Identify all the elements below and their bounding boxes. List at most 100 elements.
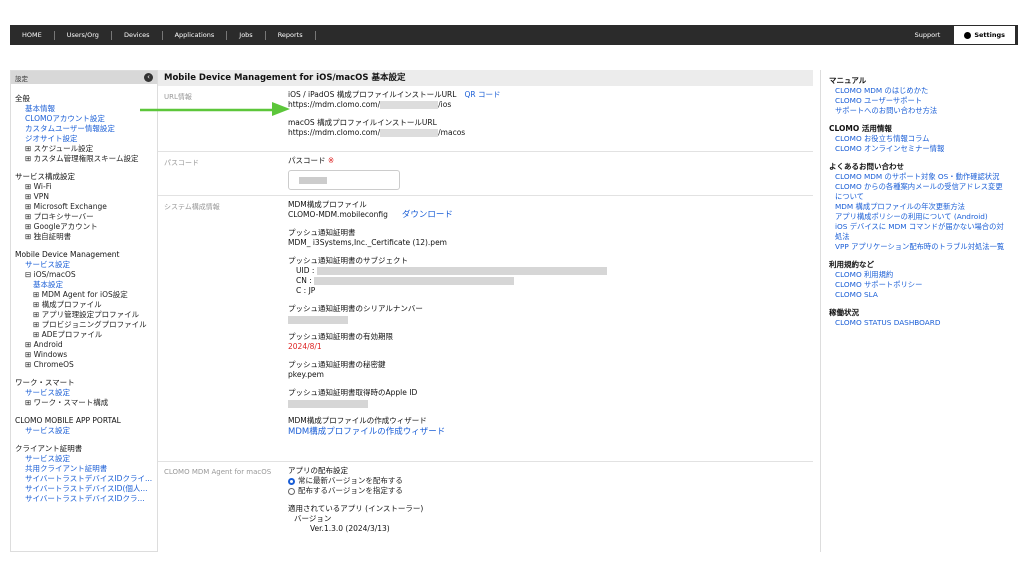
help-link[interactable]: CLOMO オンラインセミナー情報 [829, 144, 1010, 154]
sidebar-item[interactable]: ⊞ カスタム管理権限スキーム設定 [15, 154, 153, 164]
sidebar-item[interactable]: ⊞ プロキシサーバー [15, 212, 153, 222]
passcode-input[interactable] [288, 170, 400, 190]
collapse-left-icon[interactable]: ‹ [144, 73, 153, 82]
sidebar-item[interactable]: ⊞ 独自証明書 [15, 232, 153, 242]
agent-row: CLOMO MDM Agent for macOS アプリの配布設定 常に最新バ… [158, 462, 813, 538]
version-value: Ver.1.3.0 (2024/3/13) [310, 524, 390, 533]
sidebar-item[interactable]: ⊞ MDM Agent for iOS設定 [15, 290, 153, 300]
help-link[interactable]: CLOMO STATUS DASHBOARD [829, 318, 1010, 328]
help-link[interactable]: CLOMO サポートポリシー [829, 280, 1010, 290]
mdm-profile-file: CLOMO-MDM.mobileconfig ダウンロード [288, 210, 453, 220]
redacted-serial [288, 316, 348, 324]
sidebar-item[interactable]: ⊟ iOS/macOS [15, 270, 153, 280]
radio-unselected-icon [288, 487, 295, 495]
download-link[interactable]: ダウンロード [402, 210, 453, 220]
nav-devices[interactable]: Devices [112, 30, 163, 40]
passcode-row: パスコード パスコード ※ [158, 152, 813, 196]
redacted-id [380, 129, 439, 137]
sidebar-item[interactable]: ⊞ プロビジョニングプロファイル [15, 320, 153, 330]
help-link[interactable]: CLOMO からの各種案内メールの受信アドレス変更 [829, 182, 1010, 192]
radio-specific-version[interactable]: 配布するバージョンを指定する [288, 486, 807, 496]
sidebar-item[interactable]: ⊞ Microsoft Exchange [15, 202, 153, 212]
help-link[interactable]: について [829, 192, 1010, 202]
help-link[interactable]: CLOMO お役立ち情報コラム [829, 134, 1010, 144]
sidebar-item[interactable]: 基本設定 [15, 280, 153, 290]
sidebar-item[interactable]: ⊞ Android [15, 340, 153, 350]
nav-applications[interactable]: Applications [163, 30, 228, 40]
sidebar-item[interactable]: ⊞ ADEプロファイル [15, 330, 153, 340]
help-link[interactable]: 処法 [829, 232, 1010, 242]
sidebar-item[interactable]: サイバートラストデバイスIDクラ... [15, 494, 153, 504]
sidebar-section-title: Mobile Device Management [15, 250, 120, 259]
help-link[interactable]: MDM 構成プロファイルの年次更新方法 [829, 202, 1010, 212]
redacted-uid [316, 267, 607, 275]
nav-users-org[interactable]: Users/Org [55, 30, 112, 40]
help-link[interactable]: VPP アプリケーション配布時のトラブル対処法一覧 [829, 242, 1010, 252]
radio-latest-version[interactable]: 常に最新バージョンを配布する [288, 476, 807, 486]
system-info-label: システム構成情報 [164, 203, 220, 211]
sidebar-item[interactable]: サービス設定 [15, 454, 153, 464]
sidebar-item[interactable]: ⊞ スケジュール設定 [15, 144, 153, 154]
nav-settings-tab[interactable]: Settings [954, 26, 1015, 44]
sidebar-item[interactable]: CLOMOアカウント設定 [15, 114, 153, 124]
redacted-apple-id [288, 400, 368, 408]
nav-support[interactable]: Support [901, 31, 955, 39]
sidebar-item[interactable]: ⊞ Windows [15, 350, 153, 360]
qr-code-link[interactable]: QR コード [464, 90, 500, 99]
redacted-id [380, 101, 439, 109]
url-info-value: iOS / iPadOS 構成プロファイルインストールURL QR コード htt… [282, 86, 813, 151]
ios-url-heading: iOS / iPadOS 構成プロファイルインストールURL QR コード [288, 90, 501, 99]
sidebar-item[interactable]: ジオサイト設定 [15, 134, 153, 144]
subject-heading: プッシュ通知証明書のサブジェクト [288, 256, 408, 265]
sidebar-item[interactable]: ⊞ ワーク・スマート構成 [15, 398, 153, 408]
sidebar-item[interactable]: ⊞ アプリ管理設定プロファイル [15, 310, 153, 320]
mac-url: https://mdm.clomo.com//macos [288, 128, 466, 137]
help-pane: マニュアル CLOMO MDM のはじめかた CLOMO ユーザーサポート サポートへ… [820, 70, 1018, 552]
sidebar-item[interactable]: サービス設定 [15, 388, 153, 398]
subject-c: C : JP [296, 286, 316, 295]
sidebar-item[interactable]: ⊞ ChromeOS [15, 360, 153, 370]
sidebar-item[interactable]: カスタムユーザー情報設定 [15, 124, 153, 134]
help-link[interactable]: CLOMO ユーザーサポート [829, 96, 1010, 106]
sidebar-item[interactable]: サービス設定 [15, 260, 153, 270]
sidebar-item[interactable]: 基本情報 [15, 104, 153, 114]
gear-icon [964, 31, 972, 39]
help-link[interactable]: CLOMO SLA [829, 290, 1010, 300]
wizard-link[interactable]: MDM構成プロファイルの作成ウィザード [288, 426, 807, 438]
page-title: Mobile Device Management for iOS/macOS 基… [158, 70, 813, 86]
sidebar-item[interactable]: サイバートラストデバイスID(個人... [15, 484, 153, 494]
help-group-title: 稼働状況 [829, 308, 859, 317]
nav-jobs[interactable]: Jobs [227, 30, 266, 40]
masked-passcode [299, 177, 327, 184]
sidebar-item[interactable]: ⊞ Wi-Fi [15, 182, 153, 192]
sidebar-item[interactable]: ⊞ 構成プロファイル [15, 300, 153, 310]
sidebar-section-title: 全般 [15, 94, 30, 103]
nav-reports[interactable]: Reports [266, 30, 316, 40]
help-link[interactable]: アプリ構成ポリシーの利用について (Android) [829, 212, 1010, 222]
redacted-cn [314, 277, 515, 285]
wizard-heading: MDM構成プロファイルの作成ウィザード [288, 416, 427, 425]
annotation-arrow-icon [140, 102, 290, 116]
mdm-profile-heading: MDM構成プロファイル [288, 200, 367, 209]
passcode-label: パスコード [164, 159, 199, 167]
sidebar-item[interactable]: 共用クライアント証明書 [15, 464, 153, 474]
help-group-title: 利用規約など [829, 260, 874, 269]
push-cert-file: MDM_ i3Systems,Inc._Certificate (12).pem [288, 238, 447, 247]
url-info-label: URL情報 [164, 93, 192, 101]
sidebar-section-title: CLOMO MOBILE APP PORTAL [15, 416, 121, 425]
expiry-heading: プッシュ通知証明書の有効期限 [288, 332, 393, 341]
help-link[interactable]: サポートへのお問い合わせ方法 [829, 106, 1010, 116]
apple-id-heading: プッシュ通知証明書取得時のApple ID [288, 388, 418, 397]
main-panel: Mobile Device Management for iOS/macOS 基… [158, 70, 813, 552]
sidebar-item[interactable]: サービス設定 [15, 426, 153, 436]
sidebar-item[interactable]: ⊞ VPN [15, 192, 153, 202]
sidebar-item[interactable]: サイバートラストデバイスIDクライ... [15, 474, 153, 484]
help-link[interactable]: iOS デバイスに MDM コマンドが届かない場合の対 [829, 222, 1010, 232]
sidebar-item[interactable]: ⊞ Googleアカウント [15, 222, 153, 232]
nav-settings-label: Settings [974, 31, 1005, 39]
help-link[interactable]: CLOMO MDM のはじめかた [829, 86, 1010, 96]
agent-label: CLOMO MDM Agent for macOS [164, 468, 272, 476]
help-link[interactable]: CLOMO MDM のサポート対象 OS・動作確認状況 [829, 172, 1010, 182]
help-link[interactable]: CLOMO 利用規約 [829, 270, 1010, 280]
nav-home[interactable]: HOME [10, 30, 55, 40]
